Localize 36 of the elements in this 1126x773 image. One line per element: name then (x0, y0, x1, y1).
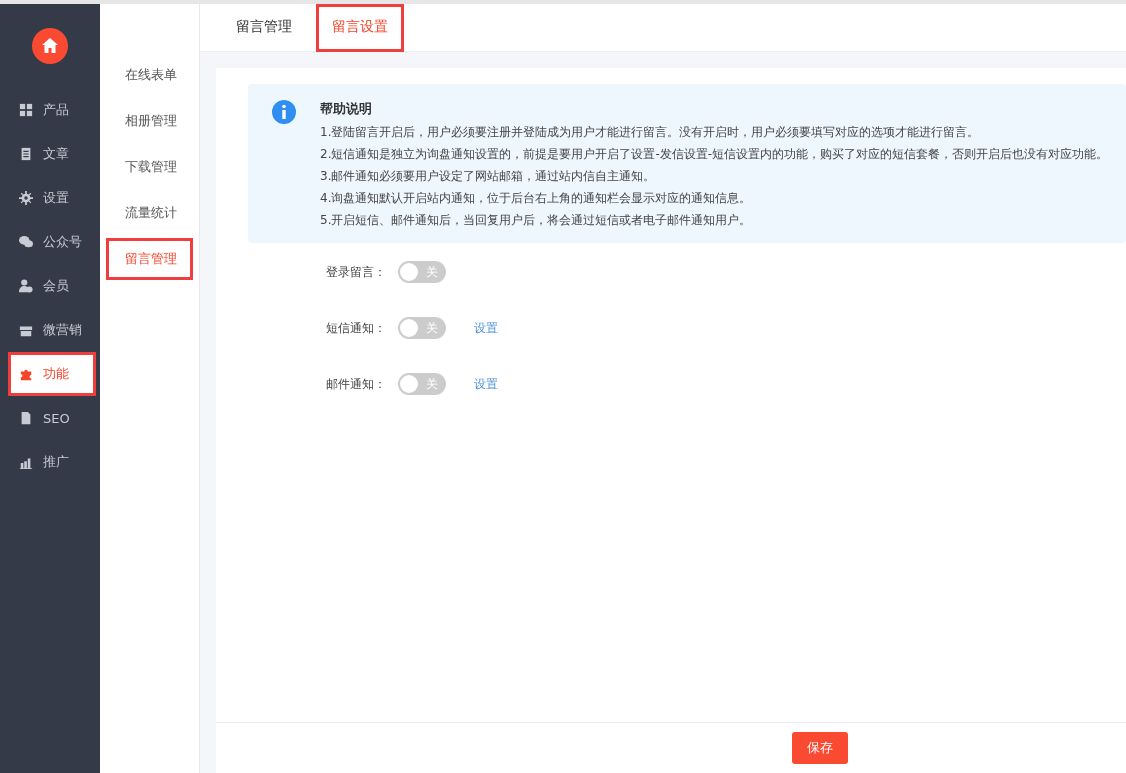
sidebar-item[interactable]: 文章 (8, 132, 96, 176)
submenu-item[interactable]: 下载管理 (106, 146, 193, 188)
chat-icon (19, 235, 33, 249)
sidebar-item[interactable]: 设置 (8, 176, 96, 220)
submenu-item[interactable]: 留言管理 (106, 238, 193, 280)
sidebar-item[interactable]: 微营销 (8, 308, 96, 352)
submenu-item[interactable]: 相册管理 (106, 100, 193, 142)
submenu-item[interactable]: 在线表单 (106, 54, 193, 96)
puzzle-icon (19, 367, 33, 381)
file-icon (19, 411, 33, 425)
settings-link[interactable]: 设置 (474, 319, 498, 337)
info-icon (272, 100, 296, 124)
help-text: 3.邮件通知必须要用户设定了网站邮箱，通过站内信自主通知。 (320, 168, 657, 185)
sidebar-item[interactable]: 功能 (8, 352, 96, 396)
sidebar-item[interactable]: SEO (8, 396, 96, 440)
help-text: 4.询盘通知默认开启站内通知，位于后台右上角的通知栏会显示对应的通知信息。 (320, 190, 753, 207)
help-text: 2.短信通知是独立为询盘通知设置的，前提是要用户开启了设置-发信设置-短信设置内的功能，购买了对应的短信套餐，否则开启后也没有对应功能。 (320, 146, 1109, 163)
help-text: 1.登陆留言开启后，用户必须要注册并登陆成为用户才能进行留言。没有开启时，用户必须要填写对应的选项才能进行留言。 (320, 124, 981, 141)
setting-label: 短信通知： (326, 319, 387, 337)
settings-link[interactable]: 设置 (474, 375, 498, 393)
doc-icon (19, 147, 33, 161)
gear-icon (19, 191, 33, 205)
setting-label: 邮件通知： (326, 375, 387, 393)
tab[interactable]: 留言设置 (316, 4, 404, 52)
home-logo-icon[interactable] (32, 28, 68, 64)
sidebar-item[interactable]: 产品 (8, 88, 96, 132)
help-text: 5.开启短信、邮件通知后，当回复用户后，将会通过短信或者电子邮件通知用户。 (320, 212, 753, 229)
sidebar-item[interactable]: 推广 (8, 440, 96, 484)
grid-icon (19, 103, 33, 117)
user-icon (19, 279, 33, 293)
sidebar-item[interactable]: 会员 (8, 264, 96, 308)
submenu-item[interactable]: 流量统计 (106, 192, 193, 234)
sidebar-item[interactable]: 公众号 (8, 220, 96, 264)
help-title: 帮助说明 (320, 100, 373, 118)
tab[interactable]: 留言管理 (220, 4, 308, 52)
setting-label: 登录留言： (326, 263, 387, 281)
